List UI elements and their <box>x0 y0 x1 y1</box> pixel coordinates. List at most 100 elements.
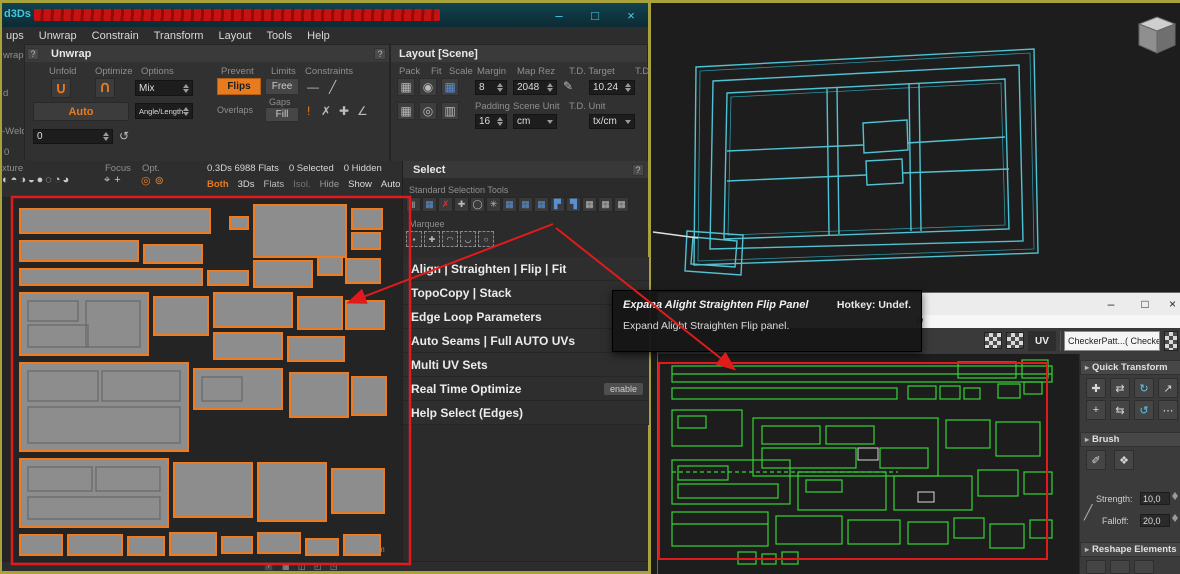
cross-icon[interactable]: ✗ <box>321 104 331 118</box>
uv-editor-viewport[interactable]: cm <box>2 197 402 561</box>
checker-toggle-icon[interactable] <box>1164 331 1178 351</box>
menu-unwrap[interactable]: Unwrap <box>39 30 77 42</box>
circle-marquee-icon[interactable]: ○ <box>478 231 494 247</box>
grid-select-icon[interactable]: ▦ <box>534 197 549 212</box>
spinner[interactable] <box>1172 514 1178 522</box>
padding-field[interactable]: 16 <box>475 114 507 129</box>
grid-select-icon[interactable]: ▦ <box>582 197 597 212</box>
grid-select-icon[interactable]: ▦ <box>614 197 629 212</box>
menu-real-time-optimize[interactable]: Real Time Optimize enable <box>403 377 649 401</box>
spinner[interactable] <box>547 83 553 92</box>
scene-unit-dropdown[interactable]: cm <box>513 114 557 129</box>
limits-free-button[interactable]: Free <box>265 78 299 95</box>
corner-alt-icon[interactable]: ◳ <box>330 562 338 571</box>
fit-alt-icon[interactable]: ◎ <box>419 102 437 120</box>
plus-icon[interactable]: + <box>1086 400 1106 420</box>
swap-horizontal-icon[interactable]: ⇄ <box>1110 378 1130 398</box>
td-unit-dropdown[interactable]: tx/cm <box>589 114 635 129</box>
menu-layout[interactable]: Layout <box>218 30 251 42</box>
pack-alt-icon[interactable]: ▦ <box>397 102 415 120</box>
more-icon[interactable]: ⋯ <box>1158 400 1178 420</box>
reshape-tool-icon[interactable] <box>1134 560 1154 574</box>
menu-multi-uv-sets[interactable]: Multi UV Sets <box>403 353 649 377</box>
texture-sphere-icon[interactable]: ◌ <box>45 174 52 186</box>
pencil-icon[interactable]: ✎ <box>563 79 573 93</box>
unfold-mode-dropdown[interactable]: Mix <box>135 80 193 96</box>
reshape-tool-icon[interactable] <box>1110 560 1130 574</box>
unfold-o-icon[interactable]: ∪ <box>95 78 115 98</box>
gaps-fill-button[interactable]: Fill <box>265 107 299 122</box>
texture-sphere-icon[interactable]: ◓ <box>11 174 18 186</box>
corner-select-icon[interactable]: ▛ <box>550 197 565 212</box>
filter-auto[interactable]: Auto <box>381 179 401 190</box>
opt-ring-icon[interactable]: ⊚ <box>155 174 164 187</box>
quick-transform-header[interactable]: ▸ Quick Transform <box>1080 360 1180 375</box>
corner-icon[interactable]: ◰ <box>314 562 322 571</box>
filter-isolate[interactable]: Isol. <box>293 179 310 190</box>
select-panel-header[interactable]: Select ? <box>403 161 648 178</box>
texture-sphere-icon[interactable]: ◑ <box>19 174 26 186</box>
spinner[interactable] <box>497 83 503 92</box>
window-titlebar[interactable]: d3Ds – □ × <box>2 3 648 27</box>
scale-arrow-icon[interactable]: ↗ <box>1158 378 1178 398</box>
maximize-button[interactable]: □ <box>1130 293 1160 315</box>
spinner[interactable] <box>103 132 109 141</box>
unfold-u-icon[interactable]: ∪ <box>51 78 71 98</box>
rotate-cw-icon[interactable]: ↻ <box>1134 378 1154 398</box>
focus-target-icon[interactable]: ⌖ <box>104 174 110 187</box>
rotate-ccw-icon[interactable]: ↺ <box>1134 400 1154 420</box>
checker-pattern-icon[interactable] <box>1006 332 1024 349</box>
view-cube[interactable] <box>1137 15 1180 63</box>
refresh-icon[interactable]: ↺ <box>119 129 129 143</box>
angle-length-dropdown[interactable]: Angle/Length <box>135 103 193 119</box>
spinner[interactable] <box>1172 492 1178 500</box>
lock-icon[interactable]: ◫ <box>298 562 306 571</box>
texture-sphere-icon[interactable]: ◐ <box>2 174 9 186</box>
maximize-button[interactable]: □ <box>578 3 612 27</box>
warning-icon[interactable]: ! <box>307 104 310 118</box>
help-icon[interactable]: ? <box>632 164 644 176</box>
filter-3ds[interactable]: 3Ds <box>238 179 255 190</box>
grid-select-icon[interactable]: ▦ <box>598 197 613 212</box>
grid-icon[interactable]: ▥ <box>441 102 459 120</box>
help-icon[interactable]: ? <box>27 48 39 60</box>
clear-selection-icon[interactable]: ✗ <box>438 197 453 212</box>
reshape-elements-header[interactable]: ▸ Reshape Elements <box>1080 542 1180 557</box>
star-select-icon[interactable]: ✳ <box>486 197 501 212</box>
relax-value-field[interactable]: 0 <box>33 129 113 144</box>
constraint-line-icon[interactable]: — <box>307 80 319 94</box>
uv-mode-button[interactable]: UV <box>1028 331 1056 351</box>
menu-tools[interactable]: Tools <box>266 30 292 42</box>
swap-icon[interactable]: ⇆ <box>1110 400 1130 420</box>
texture-sphere-icon[interactable]: ● <box>37 174 44 186</box>
enable-badge[interactable]: enable <box>604 383 643 395</box>
3d-viewport[interactable] <box>651 3 1180 303</box>
lasso-icon[interactable]: ◠ <box>442 231 458 247</box>
brush-pencil-icon[interactable]: ✐ <box>1086 450 1106 470</box>
help-icon[interactable]: ? <box>264 562 273 571</box>
grid-select-icon[interactable]: ▦ <box>422 197 437 212</box>
grid-icon[interactable]: ▦ <box>282 562 290 571</box>
checker-pattern-dropdown[interactable]: CheckerPatt...( Checker ) <box>1064 331 1160 351</box>
plus-icon[interactable]: ✚ <box>339 104 349 118</box>
checker-pattern-icon[interactable] <box>984 332 1002 349</box>
spinner[interactable] <box>183 107 189 116</box>
layout-panel-header[interactable]: Layout [Scene] <box>391 45 647 62</box>
pack-icon[interactable]: ▦ <box>397 78 415 96</box>
prevent-flips-button[interactable]: Flips <box>217 78 261 95</box>
grid-select-icon[interactable]: ▦ <box>518 197 533 212</box>
menu-transform[interactable]: Transform <box>154 30 204 42</box>
marquee-add-icon[interactable]: ✚ <box>424 231 440 247</box>
td-target-field[interactable]: 10.24 <box>589 80 635 95</box>
map-rez-field[interactable]: 2048 <box>513 80 557 95</box>
close-button[interactable]: × <box>614 3 648 27</box>
texture-sphere-icon[interactable]: ◕ <box>62 174 69 186</box>
unwrap-panel-header[interactable]: ? Unwrap ? <box>25 45 389 62</box>
brush-header[interactable]: ▸ Brush <box>1080 432 1180 447</box>
constraint-slash-icon[interactable]: ╱ <box>329 80 336 94</box>
filter-hide[interactable]: Hide <box>320 179 340 190</box>
close-button[interactable]: × <box>1164 293 1180 315</box>
focus-plus-icon[interactable]: + <box>114 174 120 187</box>
auto-unfold-button[interactable]: Auto <box>33 102 129 121</box>
reshape-tool-icon[interactable] <box>1086 560 1106 574</box>
